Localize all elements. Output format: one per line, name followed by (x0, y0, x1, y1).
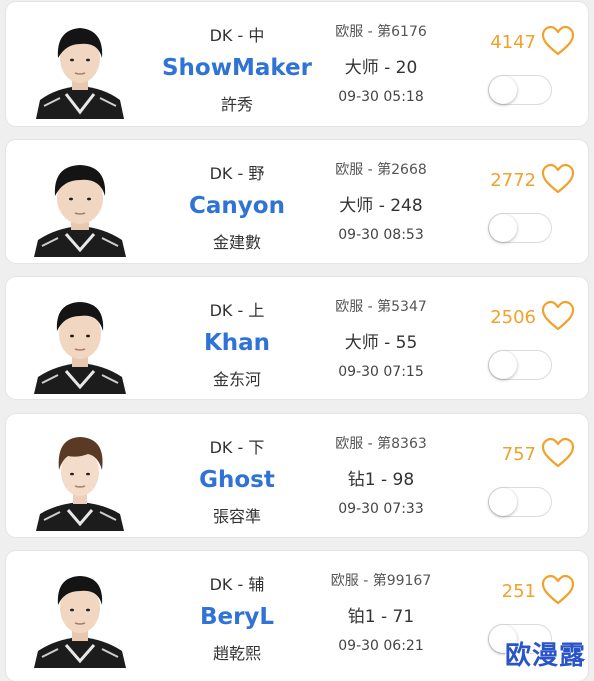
player-card[interactable]: DK - 辅 BeryL 趙乾熙 欧服 - 第99167 铂1 - 71 09-… (6, 551, 588, 681)
player-rank: 大师 - 248 (339, 196, 423, 216)
like-count: 4147 (490, 32, 536, 53)
player-avatar (26, 563, 134, 668)
team-role: DK - 中 (209, 26, 265, 45)
player-avatar (26, 152, 134, 257)
player-rank: 铂1 - 71 (347, 607, 415, 627)
update-time: 09-30 05:18 (338, 89, 424, 105)
player-card[interactable]: DK - 下 Ghost 張容準 欧服 - 第8363 钻1 - 98 09-3… (6, 414, 588, 537)
player-card[interactable]: DK - 上 Khan 金东河 欧服 - 第5347 大师 - 55 09-30… (6, 277, 588, 399)
like-count: 251 (501, 581, 536, 602)
toggle-knob (489, 76, 517, 104)
player-real-name: 趙乾熙 (212, 644, 261, 663)
player-name[interactable]: ShowMaker (152, 55, 322, 81)
player-avatar (26, 426, 134, 531)
team-role: DK - 上 (209, 301, 265, 320)
player-name[interactable]: Canyon (152, 193, 322, 219)
server-rank-position: 欧服 - 第8363 (335, 436, 427, 452)
heart-outline-icon[interactable] (540, 574, 576, 606)
player-avatar (26, 289, 134, 394)
player-list: DK - 中 ShowMaker 許秀 欧服 - 第6176 大师 - 20 0… (0, 0, 594, 681)
follow-toggle[interactable] (488, 75, 552, 105)
update-time: 09-30 07:15 (338, 364, 424, 380)
update-time: 09-30 07:33 (338, 501, 424, 517)
player-name[interactable]: BeryL (152, 604, 322, 630)
heart-outline-icon[interactable] (540, 300, 576, 332)
player-card[interactable]: DK - 野 Canyon 金建數 欧服 - 第2668 大师 - 248 09… (6, 140, 588, 263)
like-count: 757 (501, 444, 536, 465)
watermark: 欧漫露 (504, 641, 586, 671)
server-rank-position: 欧服 - 第5347 (335, 299, 427, 315)
player-name[interactable]: Ghost (152, 467, 322, 493)
follow-toggle[interactable] (488, 213, 552, 243)
heart-outline-icon[interactable] (540, 25, 576, 57)
team-role: DK - 辅 (209, 575, 265, 594)
player-real-name: 金东河 (212, 370, 261, 389)
like-count: 2772 (490, 170, 536, 191)
follow-toggle[interactable] (488, 350, 552, 380)
player-rank: 大师 - 55 (344, 333, 418, 353)
toggle-knob (489, 351, 517, 379)
update-time: 09-30 08:53 (338, 227, 424, 243)
player-avatar (26, 14, 134, 119)
player-rank: 钻1 - 98 (347, 470, 415, 490)
toggle-knob (489, 214, 517, 242)
heart-outline-icon[interactable] (540, 437, 576, 469)
server-rank-position: 欧服 - 第99167 (330, 573, 432, 589)
server-rank-position: 欧服 - 第6176 (335, 24, 427, 40)
player-card[interactable]: DK - 中 ShowMaker 許秀 欧服 - 第6176 大师 - 20 0… (6, 2, 588, 126)
team-role: DK - 下 (209, 438, 265, 457)
toggle-knob (489, 488, 517, 516)
player-real-name: 張容準 (212, 507, 261, 526)
player-real-name: 許秀 (220, 95, 253, 114)
player-rank: 大师 - 20 (344, 58, 418, 78)
player-real-name: 金建數 (212, 233, 261, 252)
player-name[interactable]: Khan (152, 330, 322, 356)
follow-toggle[interactable] (488, 487, 552, 517)
server-rank-position: 欧服 - 第2668 (335, 162, 427, 178)
heart-outline-icon[interactable] (540, 163, 576, 195)
update-time: 09-30 06:21 (338, 638, 424, 654)
team-role: DK - 野 (209, 164, 265, 183)
like-count: 2506 (490, 307, 536, 328)
